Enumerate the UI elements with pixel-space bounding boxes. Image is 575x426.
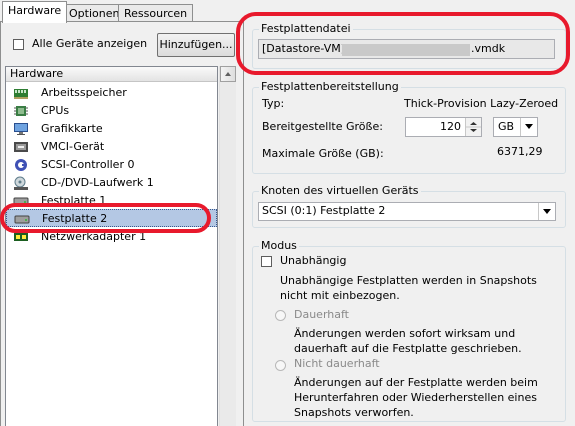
virtual-device-node-dropdown[interactable]: SCSI (0:1) Festplatte 2 — [258, 202, 556, 221]
mode-group-title: Modus — [259, 239, 299, 252]
max-size-label: Maximale Größe (GB): — [262, 147, 384, 160]
chevron-down-icon — [538, 203, 555, 220]
independent-description: Unabhängige Festplatten werden in Snapsh… — [280, 274, 537, 302]
size-value: 120 — [440, 120, 461, 133]
hardware-item-label: CPUs — [41, 104, 70, 117]
spinner-arrows-icon[interactable] — [465, 118, 481, 136]
type-label: Typ: — [262, 97, 285, 110]
highlight-oval-disk-file — [236, 12, 570, 75]
nonpersistent-radio[interactable] — [275, 360, 286, 371]
tab-optionen[interactable]: Optionen — [63, 4, 126, 22]
highlight-oval-selected-disk — [0, 203, 211, 233]
chevron-down-icon — [520, 118, 537, 136]
persistent-radio[interactable] — [275, 310, 286, 321]
show-all-devices-label: Alle Geräte anzeigen — [32, 37, 148, 50]
hardware-item-cpus[interactable]: CPUs — [6, 102, 217, 120]
persistent-label: Dauerhaft — [294, 308, 349, 321]
size-unit-dropdown[interactable]: GB — [493, 117, 538, 137]
hardware-item-label: SCSI-Controller 0 — [41, 158, 135, 171]
add-hardware-button[interactable]: Hinzufügen... — [157, 33, 235, 57]
scsi-controller-icon — [15, 159, 27, 171]
virtual-device-node-title: Knoten des virtuellen Geräts — [259, 184, 421, 197]
size-unit-value: GB — [498, 120, 515, 133]
hardware-list-header[interactable]: Hardware — [6, 67, 217, 82]
provisioning-group-title: Festplattenbereitstellung — [259, 80, 401, 93]
cd-dvd-icon — [14, 176, 28, 190]
scroll-up-icon[interactable] — [220, 66, 236, 82]
hardware-item-label: VMCI-Gerät — [41, 140, 105, 153]
nonpersistent-label: Nicht dauerhaft — [294, 357, 380, 370]
hardware-list-scrollbar[interactable] — [219, 66, 236, 426]
hardware-item-label: Grafikkarte — [41, 122, 103, 135]
tab-ressourcen[interactable]: Ressourcen — [118, 4, 194, 22]
show-all-devices-checkbox[interactable] — [13, 39, 24, 50]
vmci-icon — [14, 142, 28, 152]
monitor-icon — [14, 123, 28, 135]
hardware-item-cd-dvd[interactable]: CD-/DVD-Laufwerk 1 — [6, 174, 217, 192]
hardware-item-vmci[interactable]: VMCI-Gerät — [6, 138, 217, 156]
hardware-item-grafikkarte[interactable]: Grafikkarte — [6, 120, 217, 138]
hardware-item-label: Arbeitsspeicher — [41, 86, 127, 99]
nonpersistent-description: Änderungen auf der Festplatte werden bei… — [294, 376, 538, 419]
size-label: Bereitgestellte Größe: — [262, 120, 383, 133]
hardware-item-label: CD-/DVD-Laufwerk 1 — [41, 176, 154, 189]
tab-hardware[interactable]: Hardware — [2, 1, 68, 23]
virtual-device-node-value: SCSI (0:1) Festplatte 2 — [262, 204, 386, 217]
independent-checkbox[interactable] — [261, 256, 272, 267]
memory-icon — [14, 89, 28, 99]
hardware-item-arbeitsspeicher[interactable]: Arbeitsspeicher — [6, 84, 217, 102]
independent-label: Unabhängig — [280, 254, 347, 267]
type-value: Thick-Provision Lazy-Zeroed — [404, 97, 559, 110]
cpu-icon — [14, 106, 28, 116]
persistent-description: Änderungen werden sofort wirksam und dau… — [294, 327, 522, 355]
max-size-value: 6371,29 — [497, 145, 543, 158]
hardware-item-scsi-controller[interactable]: SCSI-Controller 0 — [6, 156, 217, 174]
size-spinner[interactable]: 120 — [405, 117, 482, 137]
tab-bar: Hardware Optionen Ressourcen — [0, 0, 244, 23]
